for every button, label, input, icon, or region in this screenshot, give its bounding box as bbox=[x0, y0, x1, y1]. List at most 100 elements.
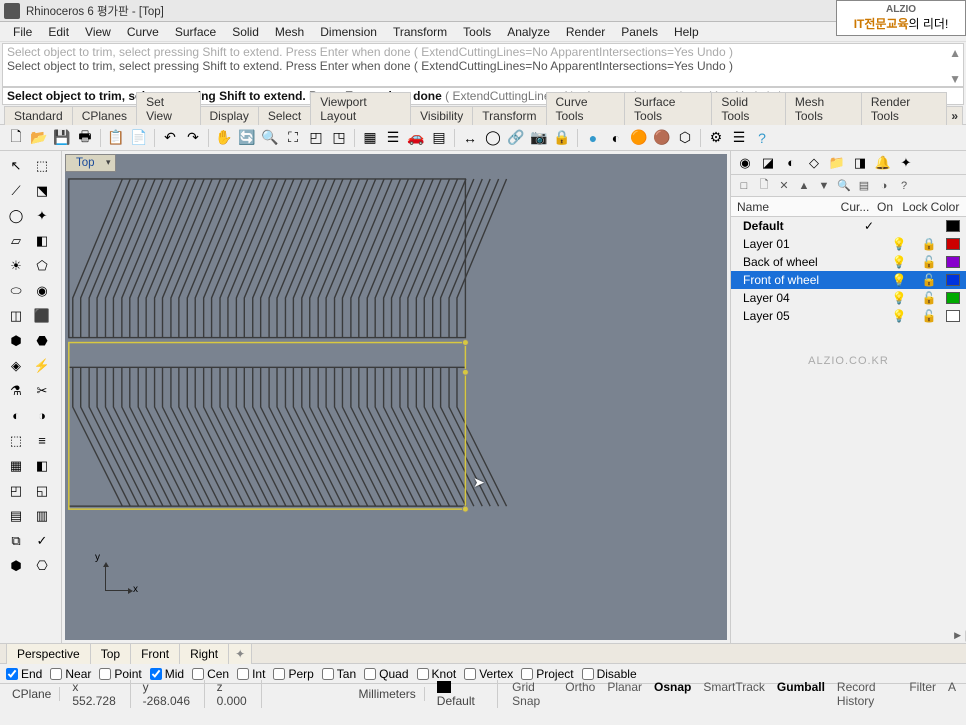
iso-icon[interactable]: ◳ bbox=[329, 128, 349, 148]
undo-icon[interactable]: ↶ bbox=[160, 128, 180, 148]
menu-dimension[interactable]: Dimension bbox=[313, 23, 384, 41]
col-icon[interactable]: 🟠 bbox=[629, 128, 649, 148]
tooltab-display[interactable]: Display bbox=[200, 106, 259, 125]
tooltab-cplanes[interactable]: CPlanes bbox=[72, 106, 137, 125]
layer-tool-icon[interactable]: 🔍 bbox=[835, 177, 853, 195]
clip-icon[interactable]: 📋 bbox=[106, 128, 126, 148]
osnap-project[interactable]: Project bbox=[521, 667, 573, 681]
tool-button[interactable]: ↖ bbox=[4, 154, 28, 177]
viewport-label[interactable]: Top bbox=[65, 154, 116, 172]
opt-icon[interactable]: ⚙ bbox=[706, 128, 726, 148]
osnap-tan[interactable]: Tan bbox=[322, 667, 356, 681]
menu-mesh[interactable]: Mesh bbox=[268, 23, 311, 41]
tooltab-render-tools[interactable]: Render Tools bbox=[861, 92, 947, 125]
layer-tool-icon[interactable]: ▤ bbox=[855, 177, 873, 195]
menu-curve[interactable]: Curve bbox=[120, 23, 166, 41]
tooltab-curve-tools[interactable]: Curve Tools bbox=[546, 92, 626, 125]
tool-button[interactable]: ✦ bbox=[30, 204, 54, 227]
status-units[interactable]: Millimeters bbox=[350, 687, 424, 701]
tool-button[interactable]: ≡ bbox=[30, 429, 54, 452]
menu-tools[interactable]: Tools bbox=[456, 23, 498, 41]
tool-button[interactable]: ◈ bbox=[4, 354, 28, 377]
tool-button[interactable]: ⬠ bbox=[30, 254, 54, 277]
osnap-cen[interactable]: Cen bbox=[192, 667, 229, 681]
menu-help[interactable]: Help bbox=[667, 23, 706, 41]
layer-row[interactable]: Back of wheel💡🔓 bbox=[731, 253, 966, 271]
drawing-area[interactable]: x y ➤ bbox=[65, 174, 727, 640]
viewtab-front[interactable]: Front bbox=[130, 643, 180, 664]
menu-file[interactable]: File bbox=[6, 23, 39, 41]
menu-transform[interactable]: Transform bbox=[386, 23, 454, 41]
viewtab-add[interactable]: ✦ bbox=[228, 643, 252, 664]
open-icon[interactable]: 📂 bbox=[29, 128, 49, 148]
tooltab-select[interactable]: Select bbox=[258, 106, 311, 125]
osnap-disable[interactable]: Disable bbox=[582, 667, 637, 681]
status-smarttrack[interactable]: SmartTrack bbox=[697, 680, 771, 708]
tooltab-visibility[interactable]: Visibility bbox=[410, 106, 473, 125]
viewtab-right[interactable]: Right bbox=[179, 643, 229, 664]
tooltab-mesh-tools[interactable]: Mesh Tools bbox=[785, 92, 862, 125]
layer-tool-icon[interactable]: ◑ bbox=[875, 177, 893, 195]
help-icon[interactable]: ? bbox=[752, 128, 772, 148]
tool-button[interactable]: ⟋ bbox=[4, 179, 28, 202]
left-toolbar[interactable]: ↖⬚⟋⬔◯✦▱◧☀⬠⬭◉◫⬛⬢⬣◈⚡⚗✂◐◑⬚≡▦◧◰◱▤▥⧉✓⬢⎔ bbox=[0, 151, 62, 643]
layer-row[interactable]: Front of wheel💡🔓 bbox=[731, 271, 966, 289]
tool-button[interactable]: ⬚ bbox=[4, 429, 28, 452]
layer-row[interactable]: Layer 01💡🔒 bbox=[731, 235, 966, 253]
tool-button[interactable]: ⬛ bbox=[30, 304, 54, 327]
menu-surface[interactable]: Surface bbox=[168, 23, 223, 41]
viewport[interactable]: Top x y ➤ bbox=[65, 154, 727, 640]
clip2-icon[interactable]: 📄 bbox=[129, 128, 149, 148]
tool-button[interactable]: ◧ bbox=[30, 454, 54, 477]
lnk-icon[interactable]: 🔗 bbox=[506, 128, 526, 148]
tool-button[interactable]: ◐ bbox=[4, 404, 28, 427]
layer-tool-icon[interactable]: ▲ bbox=[795, 177, 813, 195]
panel-tab-icon[interactable]: ◇ bbox=[804, 153, 824, 173]
redo-icon[interactable]: ↷ bbox=[183, 128, 203, 148]
grid-icon[interactable]: ▤ bbox=[429, 128, 449, 148]
main-toolbar[interactable]: 🗋 📂 💾 🖶 📋 📄 ↶ ↷ ✋ 🔄 🔍 ⛶ ◰ ◳ ▦ ☰ 🚗 ▤ ↔ ◯ … bbox=[0, 125, 966, 151]
layer-tool-icon[interactable]: 🗋 bbox=[755, 177, 773, 195]
lock-icon[interactable]: 🔒 bbox=[552, 128, 572, 148]
panel-tab-icon[interactable]: ◉ bbox=[735, 153, 755, 173]
status-planar[interactable]: Planar bbox=[601, 680, 648, 708]
status-gumball[interactable]: Gumball bbox=[771, 680, 831, 708]
osnap-vertex[interactable]: Vertex bbox=[464, 667, 513, 681]
status-cplane[interactable]: CPlane bbox=[4, 687, 60, 701]
osnap-perp[interactable]: Perp bbox=[273, 667, 313, 681]
scroll-arrows[interactable]: ▲▼ bbox=[949, 46, 961, 86]
menu-panels[interactable]: Panels bbox=[614, 23, 665, 41]
tool-button[interactable]: ◧ bbox=[30, 229, 54, 252]
tool-button[interactable]: ▤ bbox=[4, 504, 28, 527]
zoom-ext-icon[interactable]: ⛶ bbox=[283, 128, 303, 148]
zoom-icon[interactable]: 🔍 bbox=[260, 128, 280, 148]
status-a[interactable]: A bbox=[942, 680, 962, 708]
tool-button[interactable]: ◯ bbox=[4, 204, 28, 227]
menu-solid[interactable]: Solid bbox=[225, 23, 266, 41]
status-recordhistory[interactable]: Record History bbox=[831, 680, 903, 708]
status-ortho[interactable]: Ortho bbox=[559, 680, 601, 708]
panel-tab-icon[interactable]: ◪ bbox=[758, 153, 778, 173]
osnap-point[interactable]: Point bbox=[99, 667, 141, 681]
menu-view[interactable]: View bbox=[78, 23, 118, 41]
menu-render[interactable]: Render bbox=[559, 23, 612, 41]
tool-button[interactable]: ⎔ bbox=[30, 554, 54, 577]
panel-tab-icon[interactable]: ◐ bbox=[781, 153, 801, 173]
tool-button[interactable]: ⬔ bbox=[30, 179, 54, 202]
panel-tab-icon[interactable]: ✦ bbox=[896, 153, 916, 173]
menu-analyze[interactable]: Analyze bbox=[500, 23, 557, 41]
tool-button[interactable]: ⚗ bbox=[4, 379, 28, 402]
tool-button[interactable]: ◑ bbox=[30, 404, 54, 427]
tool-button[interactable]: ⬢ bbox=[4, 329, 28, 352]
layer-row[interactable]: Default✓ bbox=[731, 217, 966, 235]
new-icon[interactable]: 🗋 bbox=[6, 128, 26, 148]
osnap-quad[interactable]: Quad bbox=[364, 667, 408, 681]
tooltab-solid-tools[interactable]: Solid Tools bbox=[711, 92, 786, 125]
layer-tool-icon[interactable]: ▼ bbox=[815, 177, 833, 195]
layers-header[interactable]: Name Cur... On Lock Color bbox=[731, 197, 966, 217]
print-icon[interactable]: 🖶 bbox=[75, 128, 95, 148]
tool-button[interactable]: ◉ bbox=[30, 279, 54, 302]
tool-button[interactable]: ⧉ bbox=[4, 529, 28, 552]
tooltab-set-view[interactable]: Set View bbox=[136, 92, 200, 125]
tooltab-transform[interactable]: Transform bbox=[472, 106, 546, 125]
